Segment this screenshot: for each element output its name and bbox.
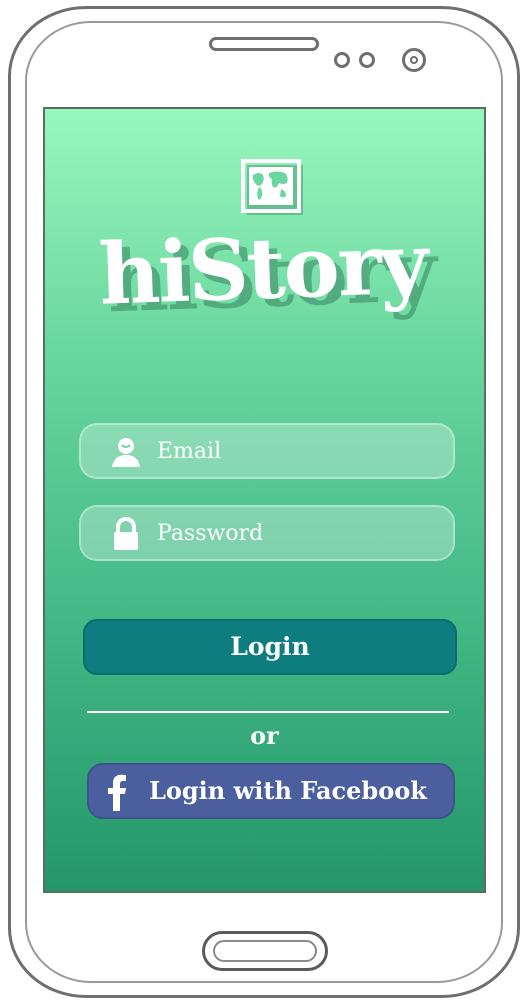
earpiece-speaker — [209, 37, 319, 51]
password-field[interactable] — [79, 505, 455, 561]
proximity-sensor — [334, 52, 350, 68]
email-field[interactable] — [79, 423, 455, 479]
lock-icon — [114, 517, 138, 550]
world-map-icon — [241, 159, 303, 215]
facebook-login-button[interactable]: Login with Facebook — [87, 763, 455, 819]
facebook-login-label: Login with Facebook — [149, 776, 427, 805]
facebook-icon — [108, 774, 126, 811]
email-input[interactable] — [157, 425, 437, 477]
light-sensor — [359, 52, 375, 68]
front-camera-icon — [402, 48, 426, 72]
login-screen: hiStory Login or Login with Facebook — [43, 107, 486, 893]
divider — [87, 711, 449, 713]
user-icon — [112, 438, 140, 467]
login-button[interactable]: Login — [83, 619, 457, 675]
app-logo: hiStory — [45, 155, 484, 355]
separator-text: or — [250, 721, 279, 750]
password-input[interactable] — [157, 507, 437, 559]
app-title: hiStory — [97, 213, 429, 324]
home-button[interactable] — [202, 931, 328, 971]
